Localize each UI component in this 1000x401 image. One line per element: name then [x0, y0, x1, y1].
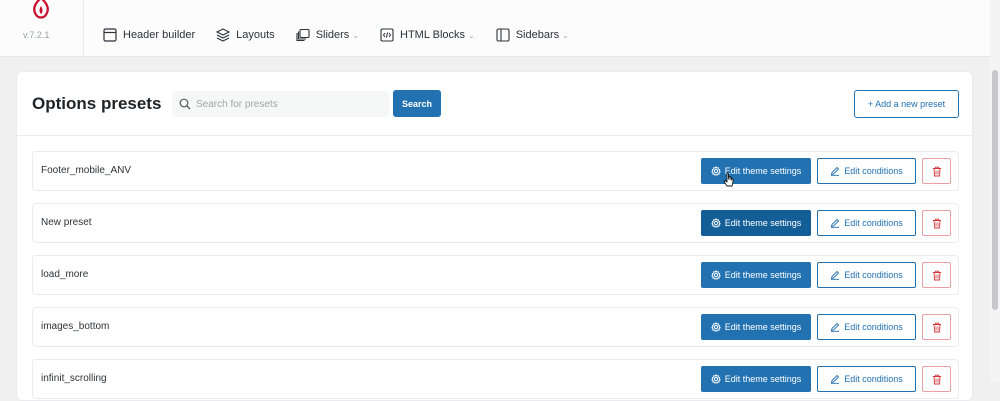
trash-icon	[932, 270, 941, 280]
trash-icon	[932, 374, 941, 384]
preset-row: Footer_mobile_ANV Edit theme settings Edit…	[32, 151, 959, 191]
button-label: Edit theme settings	[724, 322, 802, 332]
delete-preset-button[interactable]	[922, 210, 951, 236]
search-input[interactable]	[196, 91, 384, 117]
button-label: Edit conditions	[844, 218, 903, 228]
code-block-icon	[380, 28, 394, 42]
nav-sidebars[interactable]: Sidebars ⌄	[496, 28, 569, 42]
nav-header-builder[interactable]: Header builder	[103, 28, 195, 42]
version-label: v.7.2.1	[23, 30, 50, 40]
edit-conditions-button[interactable]: Edit conditions	[817, 262, 916, 288]
layout-icon	[103, 28, 117, 42]
delete-preset-button[interactable]	[922, 314, 951, 340]
sidebar-icon	[496, 28, 510, 42]
layers-icon	[216, 28, 231, 42]
gear-icon	[710, 322, 721, 332]
pencil-icon	[831, 218, 840, 228]
button-label: Edit conditions	[844, 166, 903, 176]
add-preset-button[interactable]: + Add a new preset	[854, 90, 959, 118]
preset-row: images_bottom Edit theme settings Edit con…	[32, 307, 959, 347]
main-nav: Header builder Layouts Sliders ⌄ HTML Bl…	[103, 26, 590, 44]
nav-html-blocks[interactable]: HTML Blocks ⌄	[380, 28, 475, 42]
search-icon	[179, 98, 191, 110]
edit-theme-settings-button[interactable]: Edit theme settings	[701, 366, 811, 392]
edit-theme-settings-button[interactable]: Edit theme settings	[701, 158, 811, 184]
nav-label: Sidebars	[515, 29, 560, 41]
pencil-icon	[831, 166, 840, 176]
presets-panel: Options presets Search + Add a new prese…	[16, 71, 973, 401]
preset-name: New preset	[41, 217, 92, 228]
chevron-down-icon: ⌄	[352, 30, 360, 40]
delete-preset-button[interactable]	[922, 366, 951, 392]
preset-row: New preset Edit theme settings Edit condit…	[32, 203, 959, 243]
nav-label: Header builder	[123, 29, 196, 41]
preset-row: infinit_scrolling Edit theme settings Edit…	[32, 359, 959, 399]
trash-icon	[932, 322, 941, 332]
edit-theme-settings-button[interactable]: Edit theme settings	[701, 262, 811, 288]
edit-theme-settings-button[interactable]: Edit theme settings	[701, 210, 811, 236]
edit-conditions-button[interactable]: Edit conditions	[817, 210, 916, 236]
chevron-down-icon: ⌄	[468, 30, 475, 40]
edit-conditions-button[interactable]: Edit conditions	[817, 366, 916, 392]
trash-icon	[932, 166, 941, 176]
edit-conditions-button[interactable]: Edit conditions	[817, 314, 916, 340]
scrollbar[interactable]	[990, 0, 1000, 382]
gear-icon	[710, 218, 721, 228]
nav-layouts[interactable]: Layouts	[216, 28, 275, 42]
search-box	[172, 91, 389, 117]
gear-icon	[710, 270, 721, 280]
edit-theme-settings-button[interactable]: Edit theme settings	[701, 314, 811, 340]
trash-icon	[932, 218, 941, 228]
brand-logo-icon[interactable]	[28, 0, 54, 24]
panel-header: Options presets Search + Add a new prese…	[17, 72, 972, 136]
nav-label: HTML Blocks	[400, 29, 466, 41]
mouse-pointer-icon	[723, 172, 734, 187]
preset-name: load_more	[41, 269, 89, 280]
pencil-icon	[831, 322, 840, 332]
gear-icon	[710, 374, 721, 384]
slides-icon	[296, 28, 310, 42]
top-bar: v.7.2.1 Header builder Layouts Sliders ⌄…	[0, 0, 1000, 57]
nav-sliders[interactable]: Sliders ⌄	[296, 28, 359, 42]
chevron-down-icon: ⌄	[562, 30, 569, 40]
page-title: Options presets	[32, 94, 162, 113]
preset-name: Footer_mobile_ANV	[41, 165, 132, 176]
search-button[interactable]: Search	[393, 90, 441, 117]
button-label: Edit conditions	[844, 374, 903, 384]
button-label: Edit theme settings	[724, 374, 802, 384]
button-label: Edit conditions	[844, 270, 903, 280]
delete-preset-button[interactable]	[922, 158, 951, 184]
nav-label: Sliders	[315, 29, 350, 41]
button-label: Edit theme settings	[724, 166, 802, 176]
scrollbar-thumb[interactable]	[992, 70, 998, 310]
edit-conditions-button[interactable]: Edit conditions	[817, 158, 916, 184]
gear-icon	[710, 166, 721, 176]
button-label: Edit theme settings	[724, 218, 802, 228]
button-label: Edit conditions	[844, 322, 903, 332]
pencil-icon	[831, 374, 840, 384]
pencil-icon	[831, 270, 840, 280]
preset-name: images_bottom	[41, 321, 110, 332]
preset-row: load_more Edit theme settings Edit conditi…	[32, 255, 959, 295]
nav-label: Layouts	[236, 29, 275, 41]
logo-area: v.7.2.1	[0, 0, 84, 57]
button-label: Edit theme settings	[724, 270, 802, 280]
preset-name: infinit_scrolling	[41, 373, 107, 384]
delete-preset-button[interactable]	[922, 262, 951, 288]
